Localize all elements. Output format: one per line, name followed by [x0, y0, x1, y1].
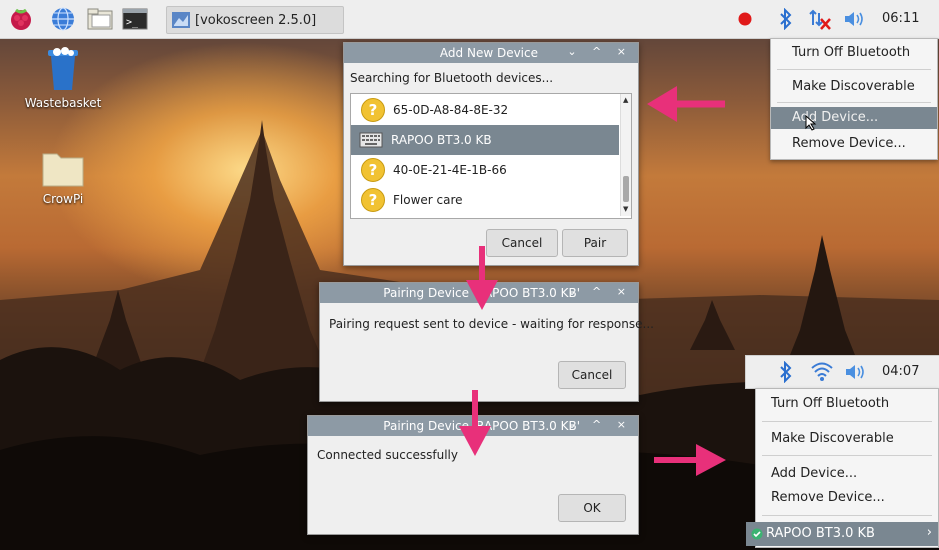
window-controls[interactable]: ⌄ ^ ×: [567, 285, 632, 298]
device-name: 40-0E-21-4E-1B-66: [393, 163, 507, 177]
dialog-titlebar[interactable]: Add New Device ⌄ ^ ×: [344, 43, 638, 63]
search-status: Searching for Bluetooth devices...: [350, 71, 554, 85]
desktop-icon-wastebasket[interactable]: Wastebasket: [20, 46, 106, 110]
bluetooth-menu-bottom: Turn Off Bluetooth Make Discoverable Add…: [746, 388, 939, 548]
menu-separator: [762, 515, 932, 516]
record-icon[interactable]: [738, 12, 752, 29]
taskbar-app-label: [vokoscreen 2.5.0]: [195, 12, 317, 28]
menu-separator: [762, 455, 932, 456]
unknown-device-icon: ?: [361, 98, 385, 122]
desktop-icon-label: CrowPi: [42, 192, 84, 206]
window-controls[interactable]: ⌄ ^ ×: [567, 45, 632, 58]
menu-item-make-discoverable[interactable]: Make Discoverable: [771, 431, 894, 446]
menu-separator: [777, 102, 931, 103]
arrow-down-icon: [466, 246, 498, 310]
menu-item-turn-off-bluetooth[interactable]: Turn Off Bluetooth: [792, 45, 910, 60]
bluetooth-icon[interactable]: [778, 7, 794, 33]
menu-item-connected-device[interactable]: RAPOO BT3.0 KB ›: [746, 522, 938, 546]
arrow-down-icon: [459, 390, 491, 456]
menu-item-make-discoverable[interactable]: Make Discoverable: [792, 79, 915, 94]
list-item[interactable]: ? Flower care: [351, 185, 619, 215]
raspberry-menu-icon[interactable]: [8, 6, 34, 32]
trash-icon: [43, 46, 83, 92]
device-list-scrollbar[interactable]: ▲ ▼: [620, 94, 631, 216]
device-name: RAPOO BT3.0 KB: [391, 133, 492, 147]
device-list[interactable]: ? 65-0D-A8-84-8E-32 RAPOO BT3.0 KB ? 40-…: [350, 93, 632, 219]
menu-separator: [777, 69, 931, 70]
dialog-title: Add New Device: [439, 46, 538, 60]
svg-text:>_: >_: [126, 17, 139, 28]
menu-item-remove-device[interactable]: Remove Device...: [771, 490, 885, 505]
vokoscreen-icon: [171, 10, 191, 30]
volume-icon[interactable]: [843, 10, 867, 31]
device-name: Flower care: [393, 193, 463, 207]
mouse-cursor-icon: [805, 115, 817, 131]
submenu-arrow-icon: ›: [926, 525, 932, 540]
connected-message: Connected successfully: [317, 448, 458, 462]
taskbar-tray-inset: 04:07: [745, 355, 939, 389]
device-name: 65-0D-A8-84-8E-32: [393, 103, 509, 117]
scroll-up-icon[interactable]: ▲: [623, 96, 628, 104]
terminal-icon[interactable]: >_: [122, 6, 148, 32]
network-disconnected-icon[interactable]: [808, 7, 832, 34]
menu-item-turn-off-bluetooth[interactable]: Turn Off Bluetooth: [771, 396, 889, 411]
list-item[interactable]: ? 65-0D-A8-84-8E-32: [351, 95, 619, 125]
web-browser-icon[interactable]: [50, 6, 76, 32]
add-device-dialog: Add New Device ⌄ ^ × Searching for Bluet…: [343, 42, 639, 266]
cancel-button[interactable]: Cancel: [558, 361, 626, 389]
arrow-right-icon: [654, 444, 726, 476]
connected-check-icon: [751, 528, 763, 540]
menu-item-remove-device[interactable]: Remove Device...: [792, 136, 906, 151]
menu-separator: [762, 421, 932, 422]
clock[interactable]: 04:07: [882, 364, 919, 379]
taskbar: >_ [vokoscreen 2.5.0] 06:11: [0, 0, 939, 39]
window-controls[interactable]: ⌄ ^ ×: [567, 418, 632, 431]
clock[interactable]: 06:11: [882, 11, 919, 26]
volume-icon[interactable]: [844, 363, 868, 384]
unknown-device-icon: ?: [361, 188, 385, 212]
bluetooth-menu-top: Turn Off Bluetooth Make Discoverable Add…: [770, 38, 938, 160]
scrollbar-thumb[interactable]: [623, 176, 629, 202]
unknown-device-icon: ?: [361, 158, 385, 182]
menu-item-add-device[interactable]: Add Device...: [771, 107, 937, 131]
taskbar-app-button[interactable]: [vokoscreen 2.5.0]: [166, 6, 344, 34]
list-item-selected[interactable]: RAPOO BT3.0 KB: [351, 125, 619, 155]
file-manager-icon[interactable]: [86, 6, 113, 32]
folder-icon: [41, 148, 85, 188]
menu-item-add-device[interactable]: Add Device...: [771, 466, 857, 481]
bluetooth-icon[interactable]: [778, 360, 794, 386]
desktop-icon-crowpi[interactable]: CrowPi: [20, 148, 106, 206]
wifi-icon[interactable]: [810, 360, 834, 385]
desktop-icon-label: Wastebasket: [24, 96, 102, 110]
pairing-message: Pairing request sent to device - waiting…: [329, 317, 654, 331]
scroll-down-icon[interactable]: ▼: [623, 205, 628, 213]
pair-button[interactable]: Pair: [562, 229, 628, 257]
connected-device-label: RAPOO BT3.0 KB: [766, 526, 875, 541]
list-item[interactable]: ? 40-0E-21-4E-1B-66: [351, 155, 619, 185]
arrow-left-icon: [647, 86, 725, 122]
ok-button[interactable]: OK: [558, 494, 626, 522]
keyboard-icon: [359, 131, 383, 149]
